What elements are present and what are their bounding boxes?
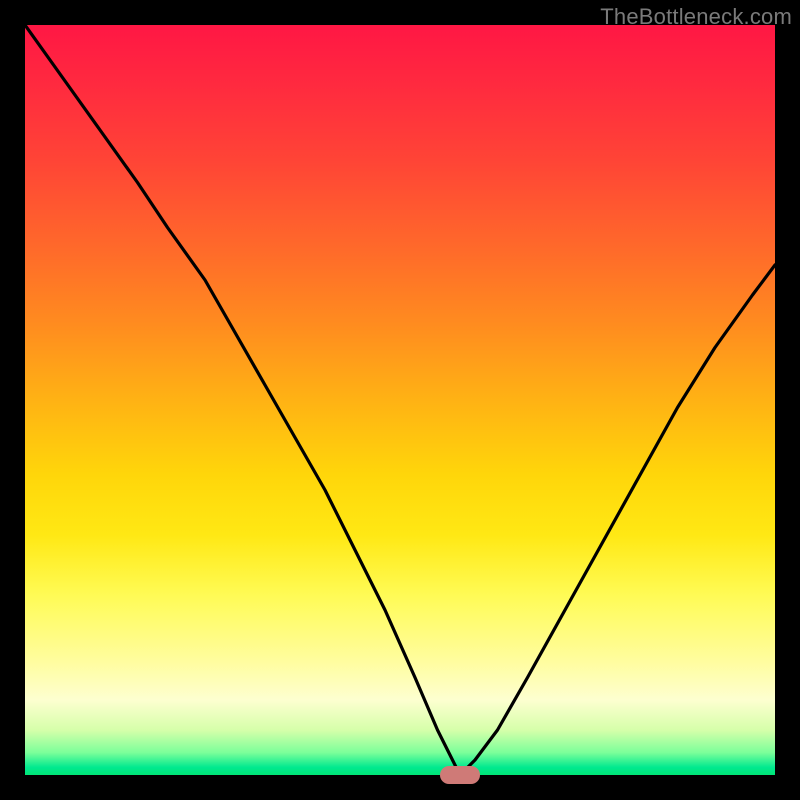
- chart-container: TheBottleneck.com: [0, 0, 800, 800]
- bottleneck-curve: [25, 25, 775, 775]
- plot-area: [25, 25, 775, 775]
- watermark-text: TheBottleneck.com: [600, 4, 792, 30]
- optimal-marker: [440, 766, 480, 784]
